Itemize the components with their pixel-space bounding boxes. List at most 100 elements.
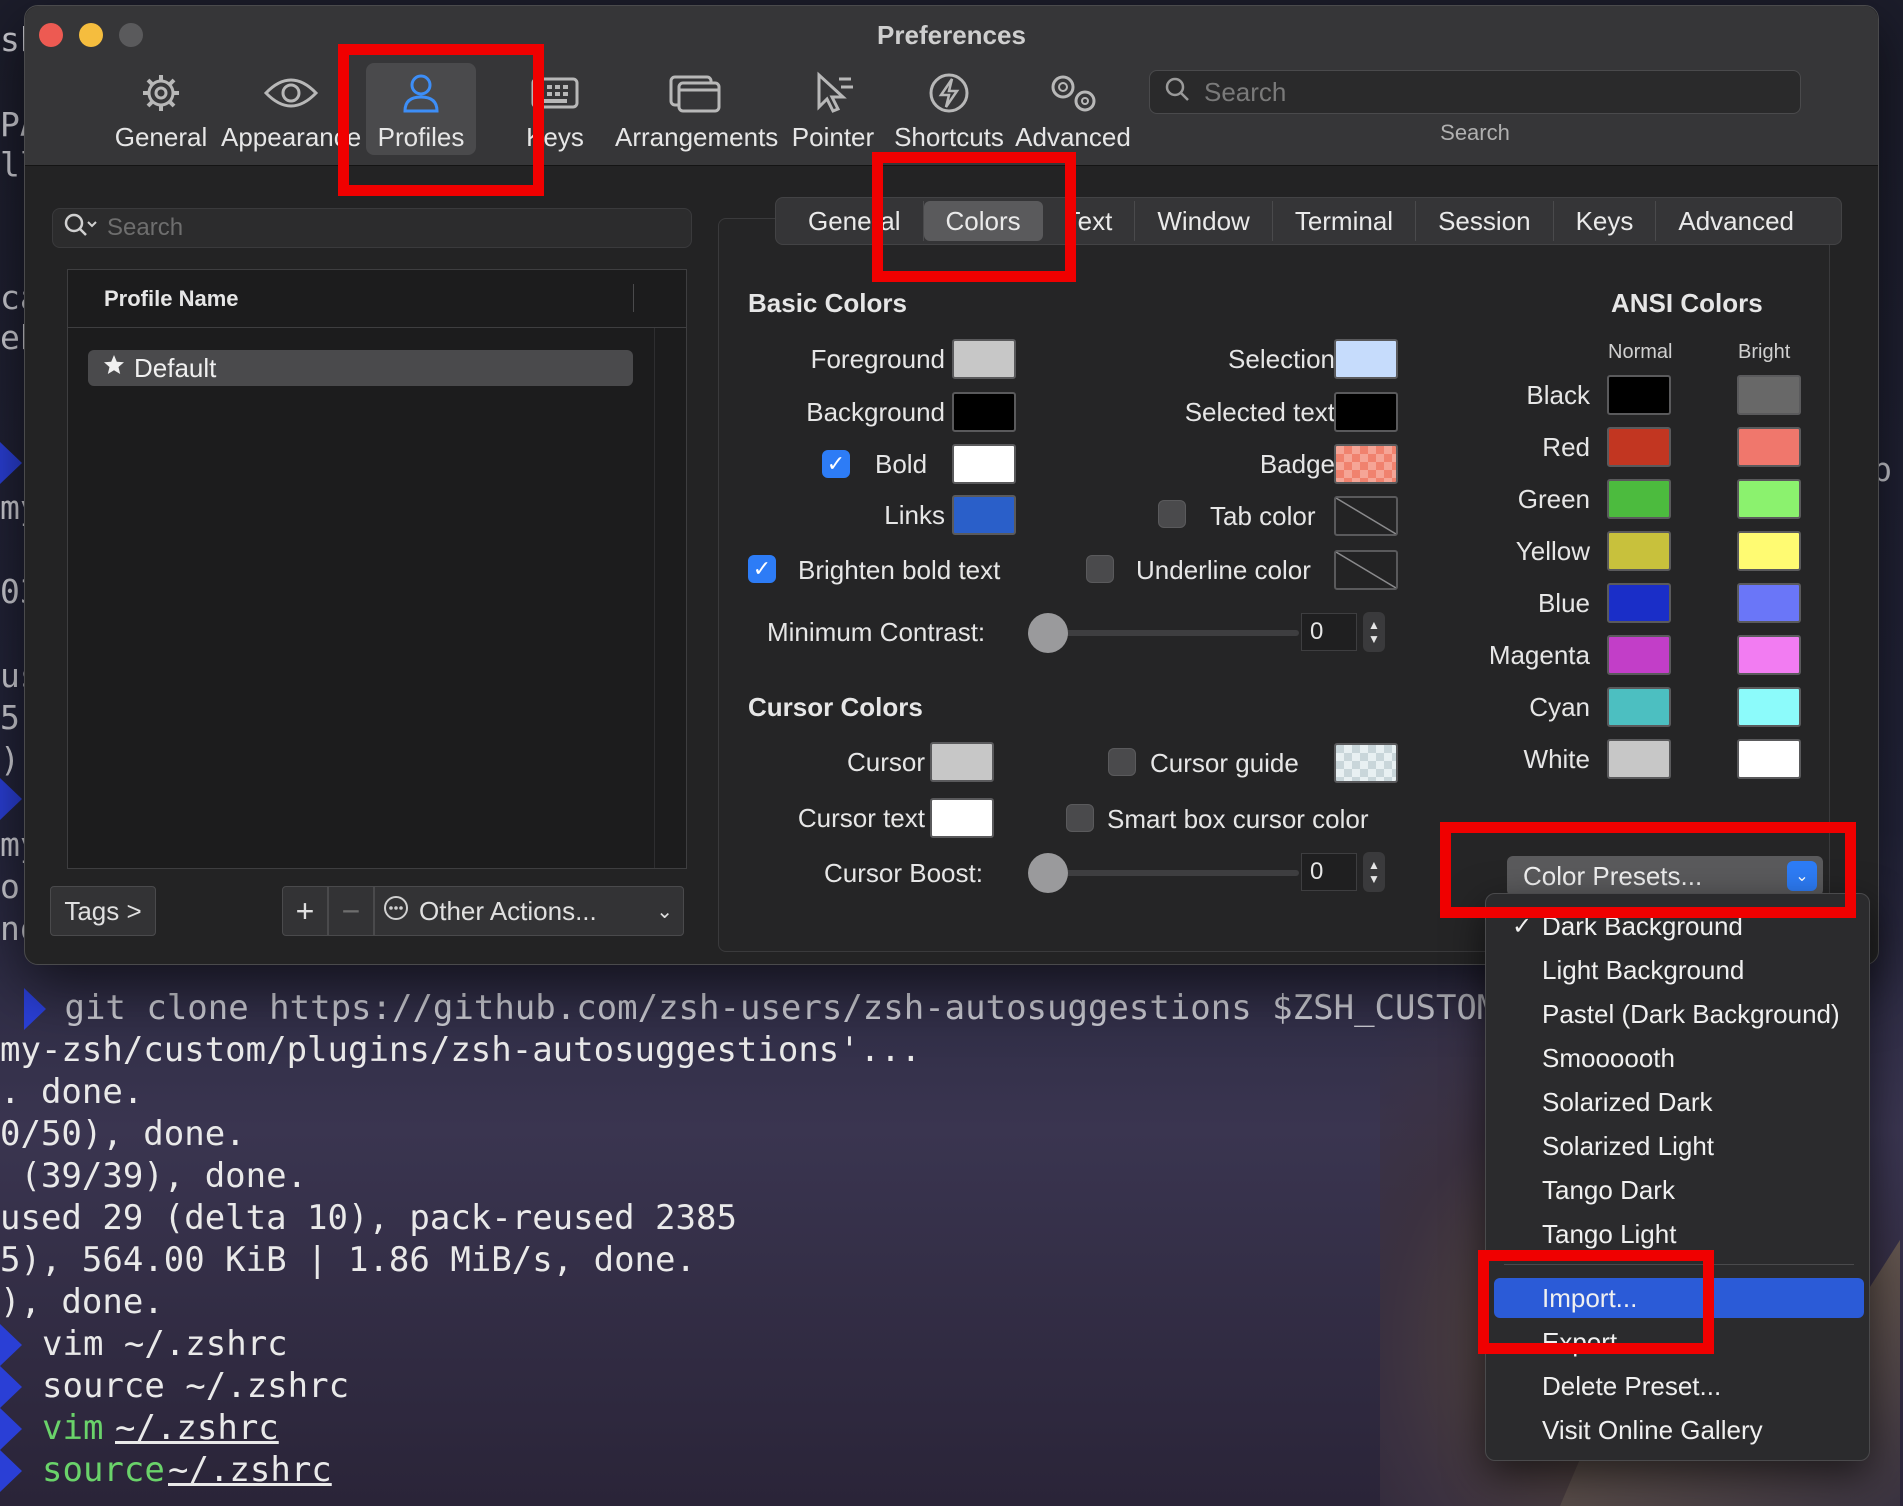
menu-item-pastel[interactable]: Pastel (Dark Background) — [1494, 994, 1864, 1034]
ansi-red-bright[interactable] — [1737, 427, 1801, 467]
lightning-icon — [889, 66, 1009, 120]
foreground-color-well[interactable] — [952, 339, 1016, 379]
cursor-color-well[interactable] — [930, 742, 994, 782]
menu-item-tango-dark[interactable]: Tango Dark — [1494, 1170, 1864, 1210]
tags-button[interactable]: Tags > — [50, 886, 156, 936]
ansi-cyan-label: Cyan — [1529, 692, 1590, 722]
gears-icon — [1015, 66, 1131, 120]
add-profile-button[interactable]: + — [282, 886, 328, 936]
toolbar-shortcuts[interactable]: Shortcuts — [889, 66, 1009, 153]
cursor-guide-color-well[interactable] — [1334, 743, 1398, 783]
badge-color-well[interactable] — [1334, 444, 1398, 484]
toolbar-advanced[interactable]: Advanced — [1015, 66, 1131, 153]
gear-icon — [111, 66, 211, 120]
annotation-box-colors-tab — [872, 152, 1076, 282]
ansi-blue-bright[interactable] — [1737, 583, 1801, 623]
cursor-boost-slider[interactable] — [1035, 870, 1299, 876]
cursor-boost-value[interactable]: 0 — [1301, 853, 1357, 891]
ansi-blue-label: Blue — [1537, 588, 1590, 618]
ansi-green-bright[interactable] — [1737, 479, 1801, 519]
menu-item-label: Tango Light — [1542, 1218, 1677, 1249]
profile-row-default[interactable]: Default — [88, 350, 633, 386]
tab-terminal[interactable]: Terminal — [1273, 201, 1417, 241]
menu-item-tango-light[interactable]: Tango Light — [1494, 1214, 1864, 1254]
selected-text-color-well[interactable] — [1334, 392, 1398, 432]
prompt-arrow — [0, 778, 22, 820]
menu-item-label: Smoooooth — [1542, 1042, 1675, 1073]
tab-color-checkbox[interactable] — [1158, 500, 1186, 528]
terminal-line: 5), 564.00 KiB | 1.86 MiB/s, done. — [0, 1240, 696, 1280]
profile-search-input[interactable]: Search — [52, 208, 692, 248]
min-contrast-value[interactable]: 0 — [1301, 613, 1357, 651]
ansi-white-normal[interactable] — [1607, 739, 1671, 779]
menu-item-light-background[interactable]: Light Background — [1494, 950, 1864, 990]
ansi-white-bright[interactable] — [1737, 739, 1801, 779]
menu-item-solarized-light[interactable]: Solarized Light — [1494, 1126, 1864, 1166]
menu-item-label: Pastel (Dark Background) — [1542, 998, 1840, 1029]
background-color-well[interactable] — [952, 392, 1016, 432]
ansi-red-normal[interactable] — [1607, 427, 1671, 467]
ansi-black-normal[interactable] — [1607, 375, 1671, 415]
chevron-down-icon: ▼ — [1368, 872, 1380, 886]
profile-name-header[interactable]: Profile Name — [68, 270, 686, 328]
brighten-bold-label: Brighten bold text — [798, 555, 1001, 585]
ansi-magenta-normal[interactable] — [1607, 635, 1671, 675]
chevron-down-icon: ⌄ — [656, 900, 673, 923]
chevron-up-icon: ▲ — [1368, 858, 1380, 872]
cursor-text-color-well[interactable] — [930, 798, 994, 838]
tab-session[interactable]: Session — [1416, 201, 1554, 241]
ansi-cyan-bright[interactable] — [1737, 687, 1801, 727]
selection-color-well[interactable] — [1334, 339, 1398, 379]
cursor-boost-stepper[interactable]: ▲ ▼ — [1363, 852, 1385, 892]
title-bar: Preferences General Appearance Profiles … — [25, 6, 1878, 166]
terminal-line: git clone https://github.com/zsh-users/z… — [44, 988, 1662, 1028]
links-color-well[interactable] — [952, 495, 1016, 535]
menu-item-visit-gallery[interactable]: Visit Online Gallery — [1494, 1410, 1864, 1450]
ansi-magenta-bright[interactable] — [1737, 635, 1801, 675]
cursor-label: Cursor — [846, 747, 925, 777]
smart-box-checkbox[interactable] — [1066, 804, 1094, 832]
tab-advanced[interactable]: Advanced — [1656, 201, 1816, 241]
ansi-black-bright[interactable] — [1737, 375, 1801, 415]
min-contrast-label: Minimum Contrast: — [767, 617, 986, 647]
toolbar-pointer[interactable]: Pointer — [785, 66, 881, 153]
prompt-arrow — [0, 442, 22, 484]
ansi-green-normal[interactable] — [1607, 479, 1671, 519]
menu-item-label: Visit Online Gallery — [1542, 1414, 1763, 1445]
links-label: Links — [884, 500, 945, 530]
underline-color-checkbox[interactable] — [1086, 555, 1114, 583]
remove-profile-button[interactable]: − — [328, 886, 374, 936]
toolbar-search-field[interactable]: Search — [1149, 70, 1801, 114]
ansi-yellow-normal[interactable] — [1607, 531, 1671, 571]
basic-colors-heading: Basic Colors — [748, 288, 907, 318]
tab-color-well[interactable] — [1334, 496, 1398, 536]
menu-item-smoooooth[interactable]: Smoooooth — [1494, 1038, 1864, 1078]
prompt-arrow — [0, 1324, 22, 1366]
menu-item-delete-preset[interactable]: Delete Preset... — [1494, 1366, 1864, 1406]
tab-keys[interactable]: Keys — [1554, 201, 1657, 241]
min-contrast-slider[interactable] — [1035, 630, 1299, 636]
tab-window[interactable]: Window — [1135, 201, 1273, 241]
other-actions-button[interactable]: Other Actions... ⌄ — [374, 886, 684, 936]
ansi-yellow-bright[interactable] — [1737, 531, 1801, 571]
bold-checkbox[interactable]: ✓ — [822, 450, 850, 478]
toolbar-general[interactable]: General — [111, 66, 211, 153]
foreground-label: Foreground — [810, 344, 945, 374]
bold-color-well[interactable] — [952, 444, 1016, 484]
toolbar-arrangements[interactable]: Arrangements — [615, 66, 778, 153]
toolbar-label: Pointer — [791, 122, 875, 152]
ansi-cyan-normal[interactable] — [1607, 687, 1671, 727]
column-separator — [633, 284, 634, 312]
min-contrast-stepper[interactable]: ▲ ▼ — [1363, 612, 1385, 652]
ansi-colors-heading: ANSI Colors — [1611, 288, 1763, 318]
min-contrast-knob[interactable] — [1028, 613, 1068, 653]
profile-list-scrollbar[interactable] — [654, 328, 687, 868]
cursor-boost-knob[interactable] — [1028, 853, 1068, 893]
cursor-guide-checkbox[interactable] — [1108, 748, 1136, 776]
underline-color-well[interactable] — [1334, 550, 1398, 590]
brighten-bold-checkbox[interactable]: ✓ — [748, 555, 776, 583]
menu-item-solarized-dark[interactable]: Solarized Dark — [1494, 1082, 1864, 1122]
selection-label: Selection — [1228, 344, 1335, 374]
ansi-blue-normal[interactable] — [1607, 583, 1671, 623]
terminal-line: . done. — [0, 1072, 144, 1112]
